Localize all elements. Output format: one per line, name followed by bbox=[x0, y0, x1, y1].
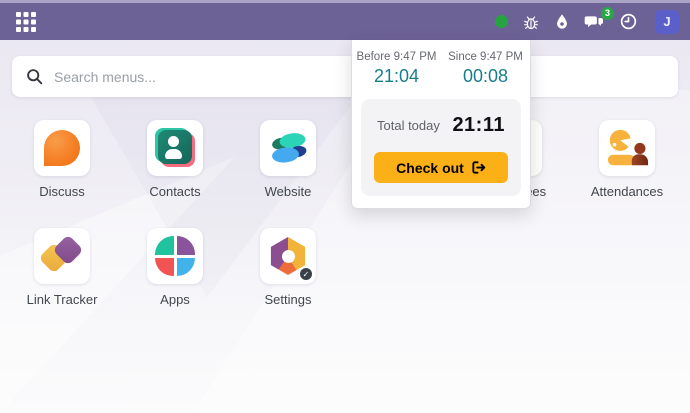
app-discuss[interactable]: Discuss bbox=[10, 120, 114, 199]
contacts-app-icon bbox=[155, 128, 195, 168]
settings-check-badge: ✓ bbox=[298, 266, 314, 282]
check-out-button[interactable]: Check out bbox=[374, 152, 508, 183]
attendances-app-icon bbox=[605, 127, 649, 169]
bug-icon[interactable] bbox=[522, 13, 540, 31]
app-label: Settings bbox=[265, 292, 312, 307]
link-tracker-app-icon bbox=[42, 236, 82, 276]
app-label: Discuss bbox=[39, 184, 85, 199]
systray: 3 J bbox=[495, 10, 679, 34]
app-attendances[interactable]: Attendances bbox=[575, 120, 679, 199]
since-time: 00:08 bbox=[441, 66, 530, 87]
app-link-tracker[interactable]: Link Tracker bbox=[10, 228, 114, 307]
since-label: Since 9:47 PM bbox=[441, 51, 530, 63]
total-today-card: Total today 21:11 Check out bbox=[361, 99, 521, 196]
app-settings[interactable]: ✓ Settings bbox=[236, 228, 340, 307]
activities-clock-icon[interactable] bbox=[619, 12, 638, 31]
check-out-label: Check out bbox=[396, 160, 464, 176]
website-app-icon bbox=[268, 128, 308, 168]
user-avatar[interactable]: J bbox=[655, 10, 679, 34]
discuss-app-icon bbox=[44, 130, 80, 166]
app-website[interactable]: Website bbox=[236, 120, 340, 199]
search-icon bbox=[26, 68, 43, 85]
apps-app-icon bbox=[155, 236, 195, 276]
app-apps[interactable]: Apps bbox=[123, 228, 227, 307]
total-today-label: Total today bbox=[377, 118, 440, 133]
app-label: Attendances bbox=[591, 184, 663, 199]
apps-menu-icon[interactable] bbox=[13, 9, 39, 35]
search-bar bbox=[12, 56, 678, 97]
attendance-popup: Before 9:47 PM 21:04 Since 9:47 PM 00:08… bbox=[351, 40, 531, 209]
app-label: Website bbox=[265, 184, 312, 199]
droplet-icon[interactable] bbox=[554, 13, 570, 31]
top-navbar: 3 J bbox=[0, 0, 690, 40]
before-time: 21:04 bbox=[352, 66, 441, 87]
sign-out-icon bbox=[471, 160, 486, 175]
message-count-badge: 3 bbox=[601, 7, 614, 20]
total-today-time: 21:11 bbox=[452, 114, 505, 137]
before-label: Before 9:47 PM bbox=[352, 51, 441, 63]
app-label: Contacts bbox=[149, 184, 200, 199]
app-contacts[interactable]: Contacts bbox=[123, 120, 227, 199]
app-label: Apps bbox=[160, 292, 190, 307]
app-label: Link Tracker bbox=[27, 292, 98, 307]
presence-status-dot bbox=[495, 15, 508, 28]
messages-icon[interactable]: 3 bbox=[584, 13, 605, 31]
